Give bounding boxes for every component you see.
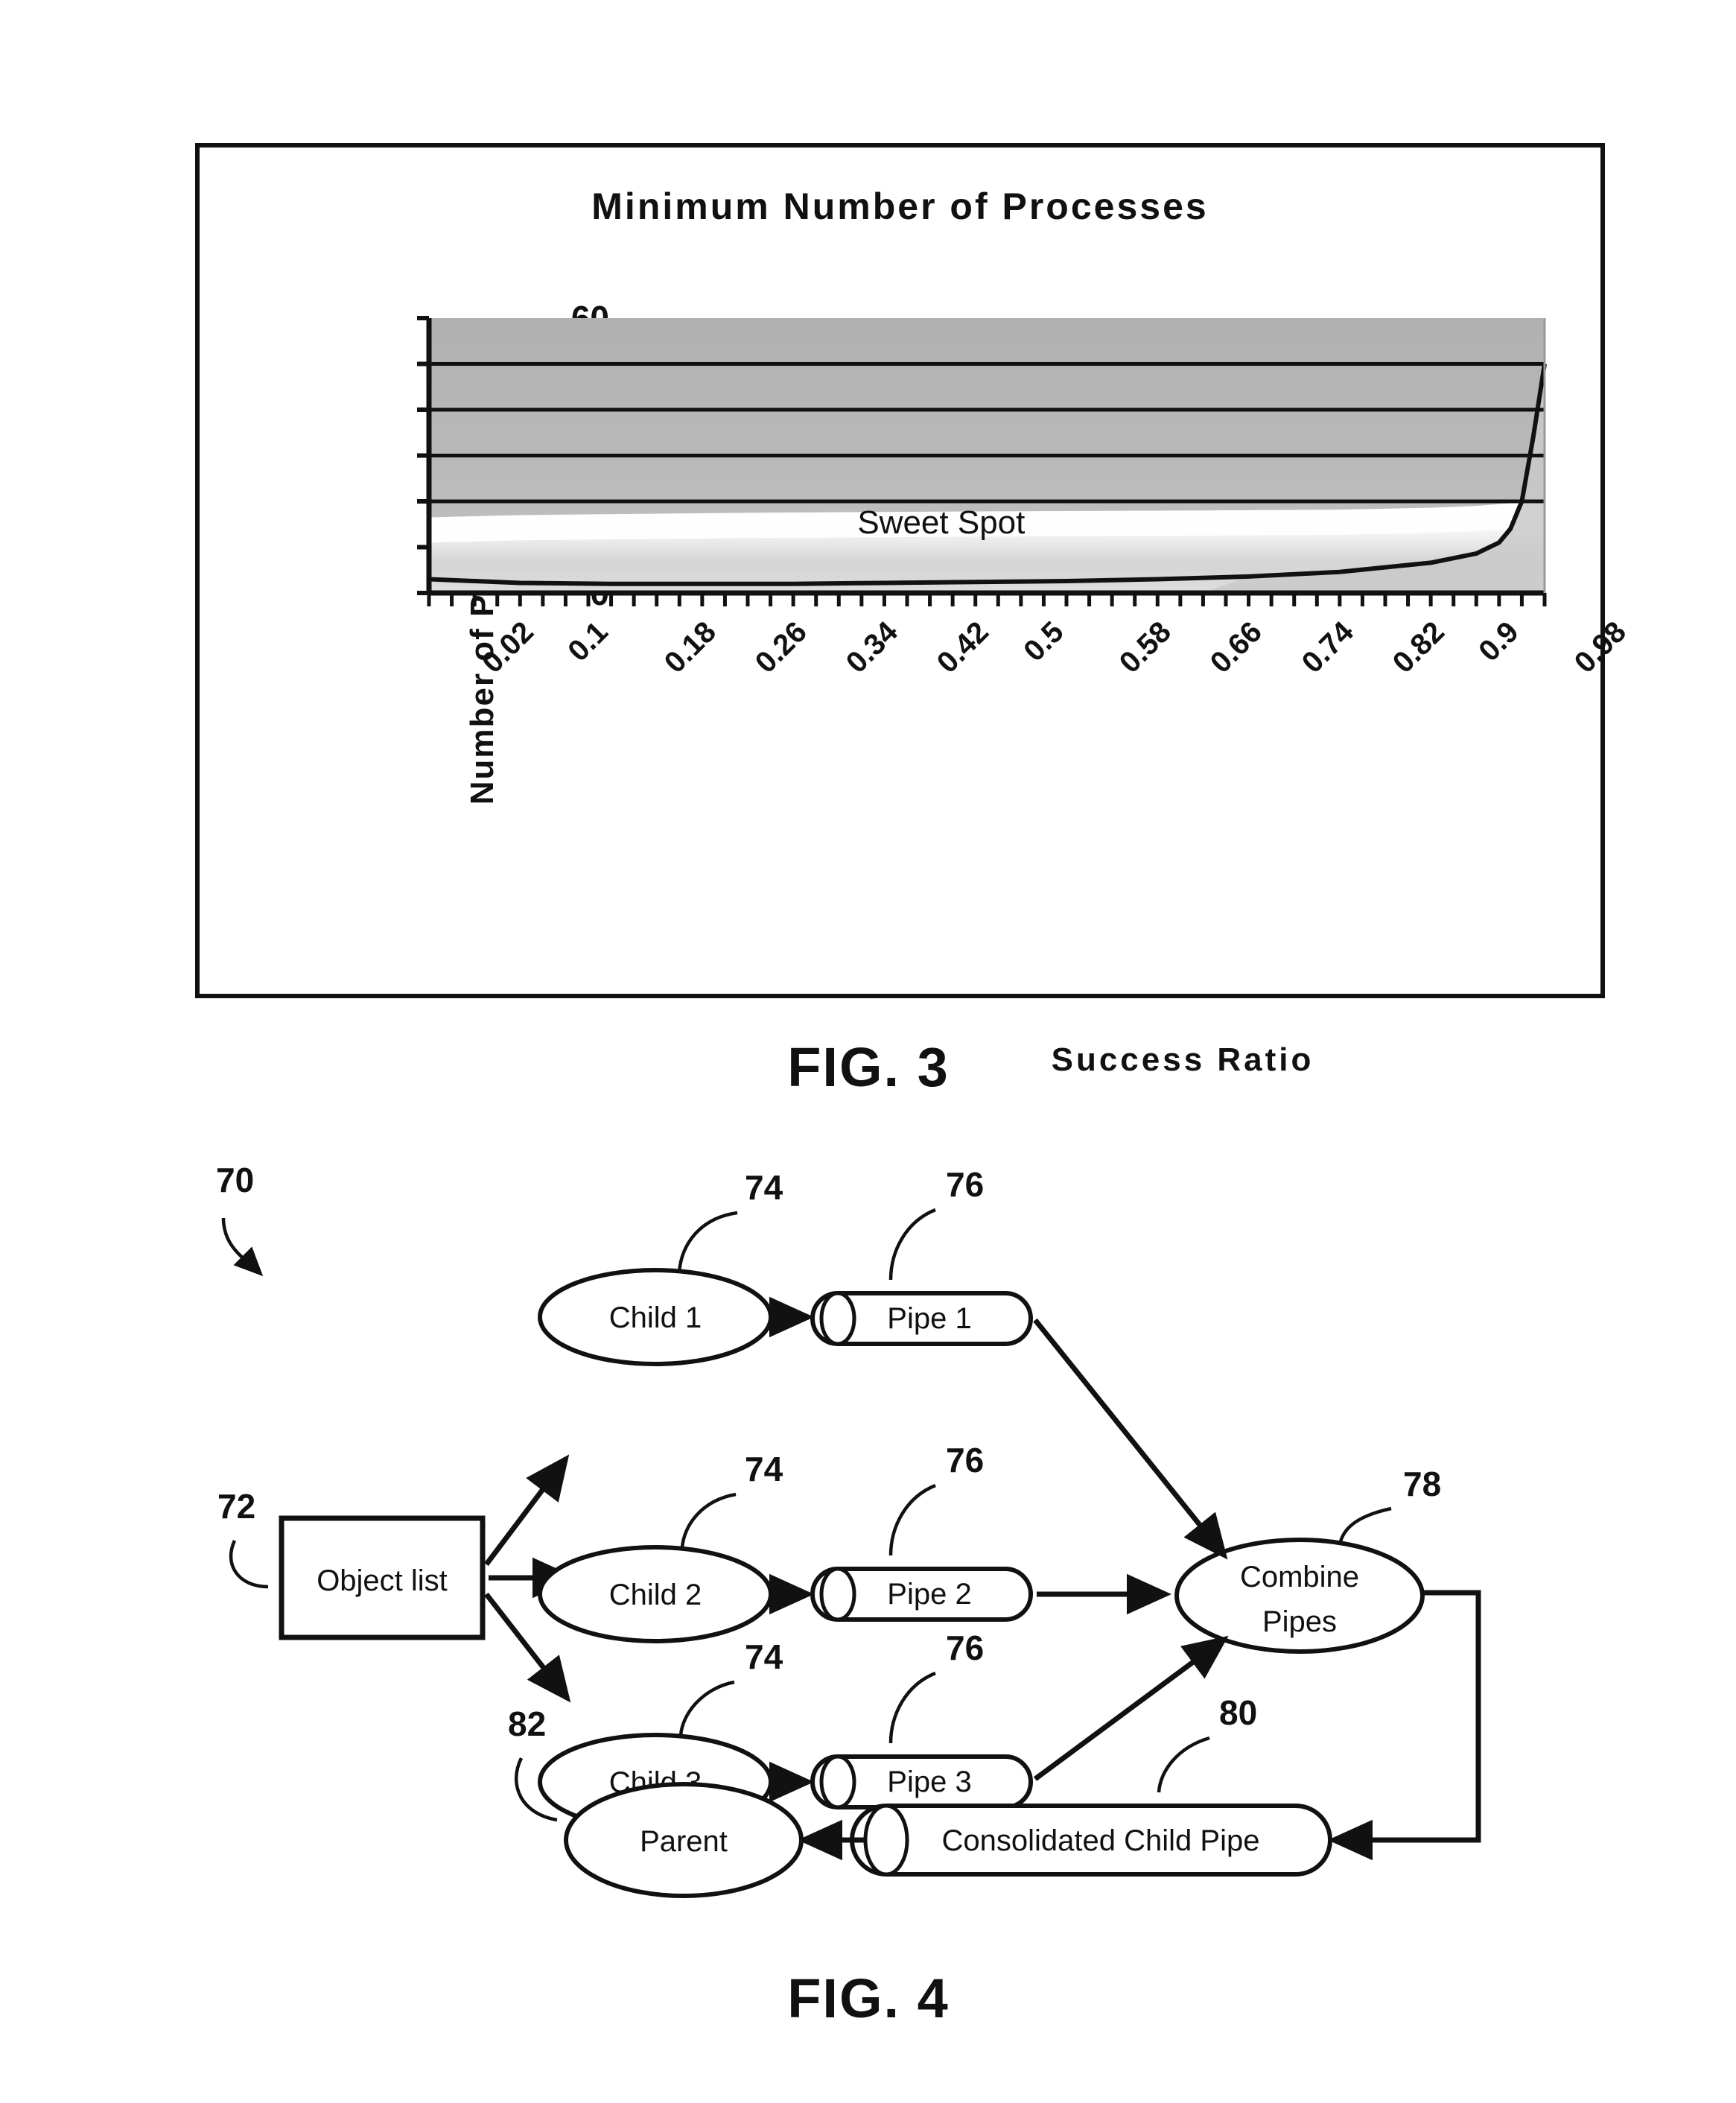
ref-label-70: 70 [216, 1161, 254, 1199]
edge-pipe3-to-combine [1033, 1635, 1229, 1781]
ref-leader-76-pipe2 [888, 1483, 936, 1556]
ref-label-76-pipe2: 76 [946, 1441, 984, 1479]
child-1-label: Child 1 [609, 1301, 702, 1334]
ref-leader-72 [229, 1540, 269, 1589]
figure-4-diagram: 70 72 Object list 74 Child 1 76 Pipe 1 7… [0, 1147, 1736, 1967]
ref-label-78: 78 [1403, 1465, 1441, 1503]
ref-label-80: 80 [1219, 1693, 1257, 1732]
figure-4-caption: FIG. 4 [787, 1967, 950, 2029]
consolidated-child-pipe-label: Consolidated Child Pipe [942, 1824, 1260, 1857]
child-2-label: Child 2 [609, 1579, 702, 1611]
ref-leader-74-child3 [678, 1680, 735, 1736]
ref-leader-76-pipe1 [888, 1208, 936, 1281]
ref-label-82: 82 [508, 1704, 546, 1743]
ref-leader-80 [1157, 1736, 1210, 1793]
combine-pipes-label-line1: Combine [1240, 1561, 1359, 1593]
ref-leader-74-child1 [677, 1211, 738, 1273]
ref-label-72: 72 [217, 1487, 255, 1526]
parent-label: Parent [640, 1825, 728, 1858]
pipe-3-label: Pipe 3 [887, 1766, 971, 1798]
pipe-1-label: Pipe 1 [887, 1302, 971, 1335]
figure-3-caption: FIG. 3 [787, 1036, 950, 1098]
ref-label-76-pipe3: 76 [946, 1628, 984, 1667]
object-list-label: Object list [317, 1564, 448, 1597]
annotation-sweet-spot: Sweet Spot [857, 504, 1025, 541]
pipe-2-label: Pipe 2 [887, 1578, 971, 1611]
ref-leader-76-pipe3 [888, 1671, 936, 1744]
figure-4-svg: 70 72 Object list 74 Child 1 76 Pipe 1 7… [216, 1161, 1481, 1898]
ref-label-74-child2: 74 [745, 1450, 783, 1488]
ref-label-76-pipe1: 76 [946, 1165, 984, 1204]
chart-svg: Sweet Spot [417, 316, 1547, 606]
edge-objectlist-to-child1 [484, 1454, 570, 1567]
ref-leader-70 [221, 1217, 264, 1277]
ref-label-74-child1: 74 [745, 1168, 783, 1207]
ref-leader-74-child2 [680, 1492, 737, 1549]
combine-pipes-label-line2: Pipes [1262, 1605, 1337, 1638]
figure-3-chart-frame: Minimum Number of Processes Number of Pr… [195, 143, 1632, 1078]
ref-label-74-child3: 74 [745, 1637, 783, 1676]
edge-pipe1-to-combine [1033, 1318, 1228, 1560]
